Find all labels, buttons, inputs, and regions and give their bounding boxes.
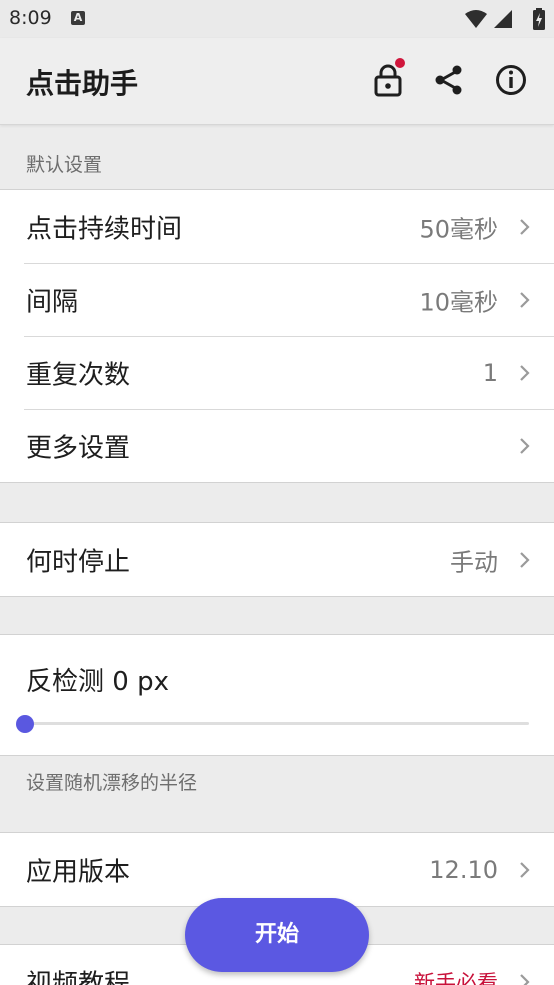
- share-icon: [431, 62, 467, 98]
- section-label-default: 默认设置: [26, 150, 102, 177]
- chevron-right-icon: [518, 550, 532, 570]
- status-time: 8:09: [9, 7, 52, 29]
- chevron-right-icon: [518, 363, 532, 383]
- info-button[interactable]: [493, 62, 529, 98]
- app-title: 点击助手: [26, 62, 138, 102]
- slider-thumb[interactable]: [16, 715, 34, 733]
- setting-row-when-to-stop[interactable]: 何时停止 手动: [0, 523, 554, 596]
- notification-app-icon: A: [71, 11, 85, 25]
- setting-row-app-version[interactable]: 应用版本 12.10: [0, 833, 554, 906]
- status-bar: 8:09 A: [0, 0, 554, 38]
- start-button[interactable]: 开始: [185, 898, 369, 972]
- row-label: 间隔: [26, 281, 78, 318]
- row-label: 何时停止: [26, 541, 130, 578]
- row-value: 手动: [450, 542, 498, 577]
- row-value: 新手必看: [414, 967, 498, 985]
- lock-button[interactable]: [370, 62, 406, 98]
- app-bar: 点击助手: [0, 38, 554, 125]
- chevron-right-icon: [518, 436, 532, 456]
- slider-track[interactable]: [24, 722, 529, 725]
- stop-card: 何时停止 手动: [0, 522, 554, 597]
- setting-row-more-settings[interactable]: 更多设置: [0, 409, 554, 482]
- wifi-icon: [464, 8, 488, 30]
- setting-row-repeat-count[interactable]: 重复次数 1: [0, 336, 554, 409]
- info-icon: [493, 62, 529, 98]
- signal-icon: [492, 8, 514, 30]
- anti-detect-hint: 设置随机漂移的半径: [26, 768, 197, 795]
- default-settings-card: 点击持续时间 50毫秒 间隔 10毫秒 重复次数 1 更多设置: [0, 189, 554, 483]
- chevron-right-icon: [518, 217, 532, 237]
- share-button[interactable]: [431, 62, 467, 98]
- row-label: 应用版本: [26, 851, 130, 888]
- anti-detect-title: 反检测 0 px: [26, 661, 169, 698]
- row-label: 视频教程: [26, 963, 130, 985]
- chevron-right-icon: [518, 860, 532, 880]
- battery-icon: [532, 8, 546, 30]
- row-value: 50毫秒: [419, 209, 498, 244]
- notification-dot: [395, 58, 405, 68]
- setting-row-interval[interactable]: 间隔 10毫秒: [0, 263, 554, 336]
- row-value: 1: [483, 359, 498, 387]
- chevron-right-icon: [518, 972, 532, 985]
- row-label: 点击持续时间: [26, 208, 182, 245]
- version-card: 应用版本 12.10: [0, 832, 554, 907]
- row-label: 重复次数: [26, 354, 130, 391]
- anti-detect-card: 反检测 0 px: [0, 634, 554, 756]
- setting-row-click-duration[interactable]: 点击持续时间 50毫秒: [0, 190, 554, 263]
- row-value: 12.10: [429, 856, 498, 884]
- row-value: 10毫秒: [419, 282, 498, 317]
- chevron-right-icon: [518, 290, 532, 310]
- row-label: 更多设置: [26, 427, 130, 464]
